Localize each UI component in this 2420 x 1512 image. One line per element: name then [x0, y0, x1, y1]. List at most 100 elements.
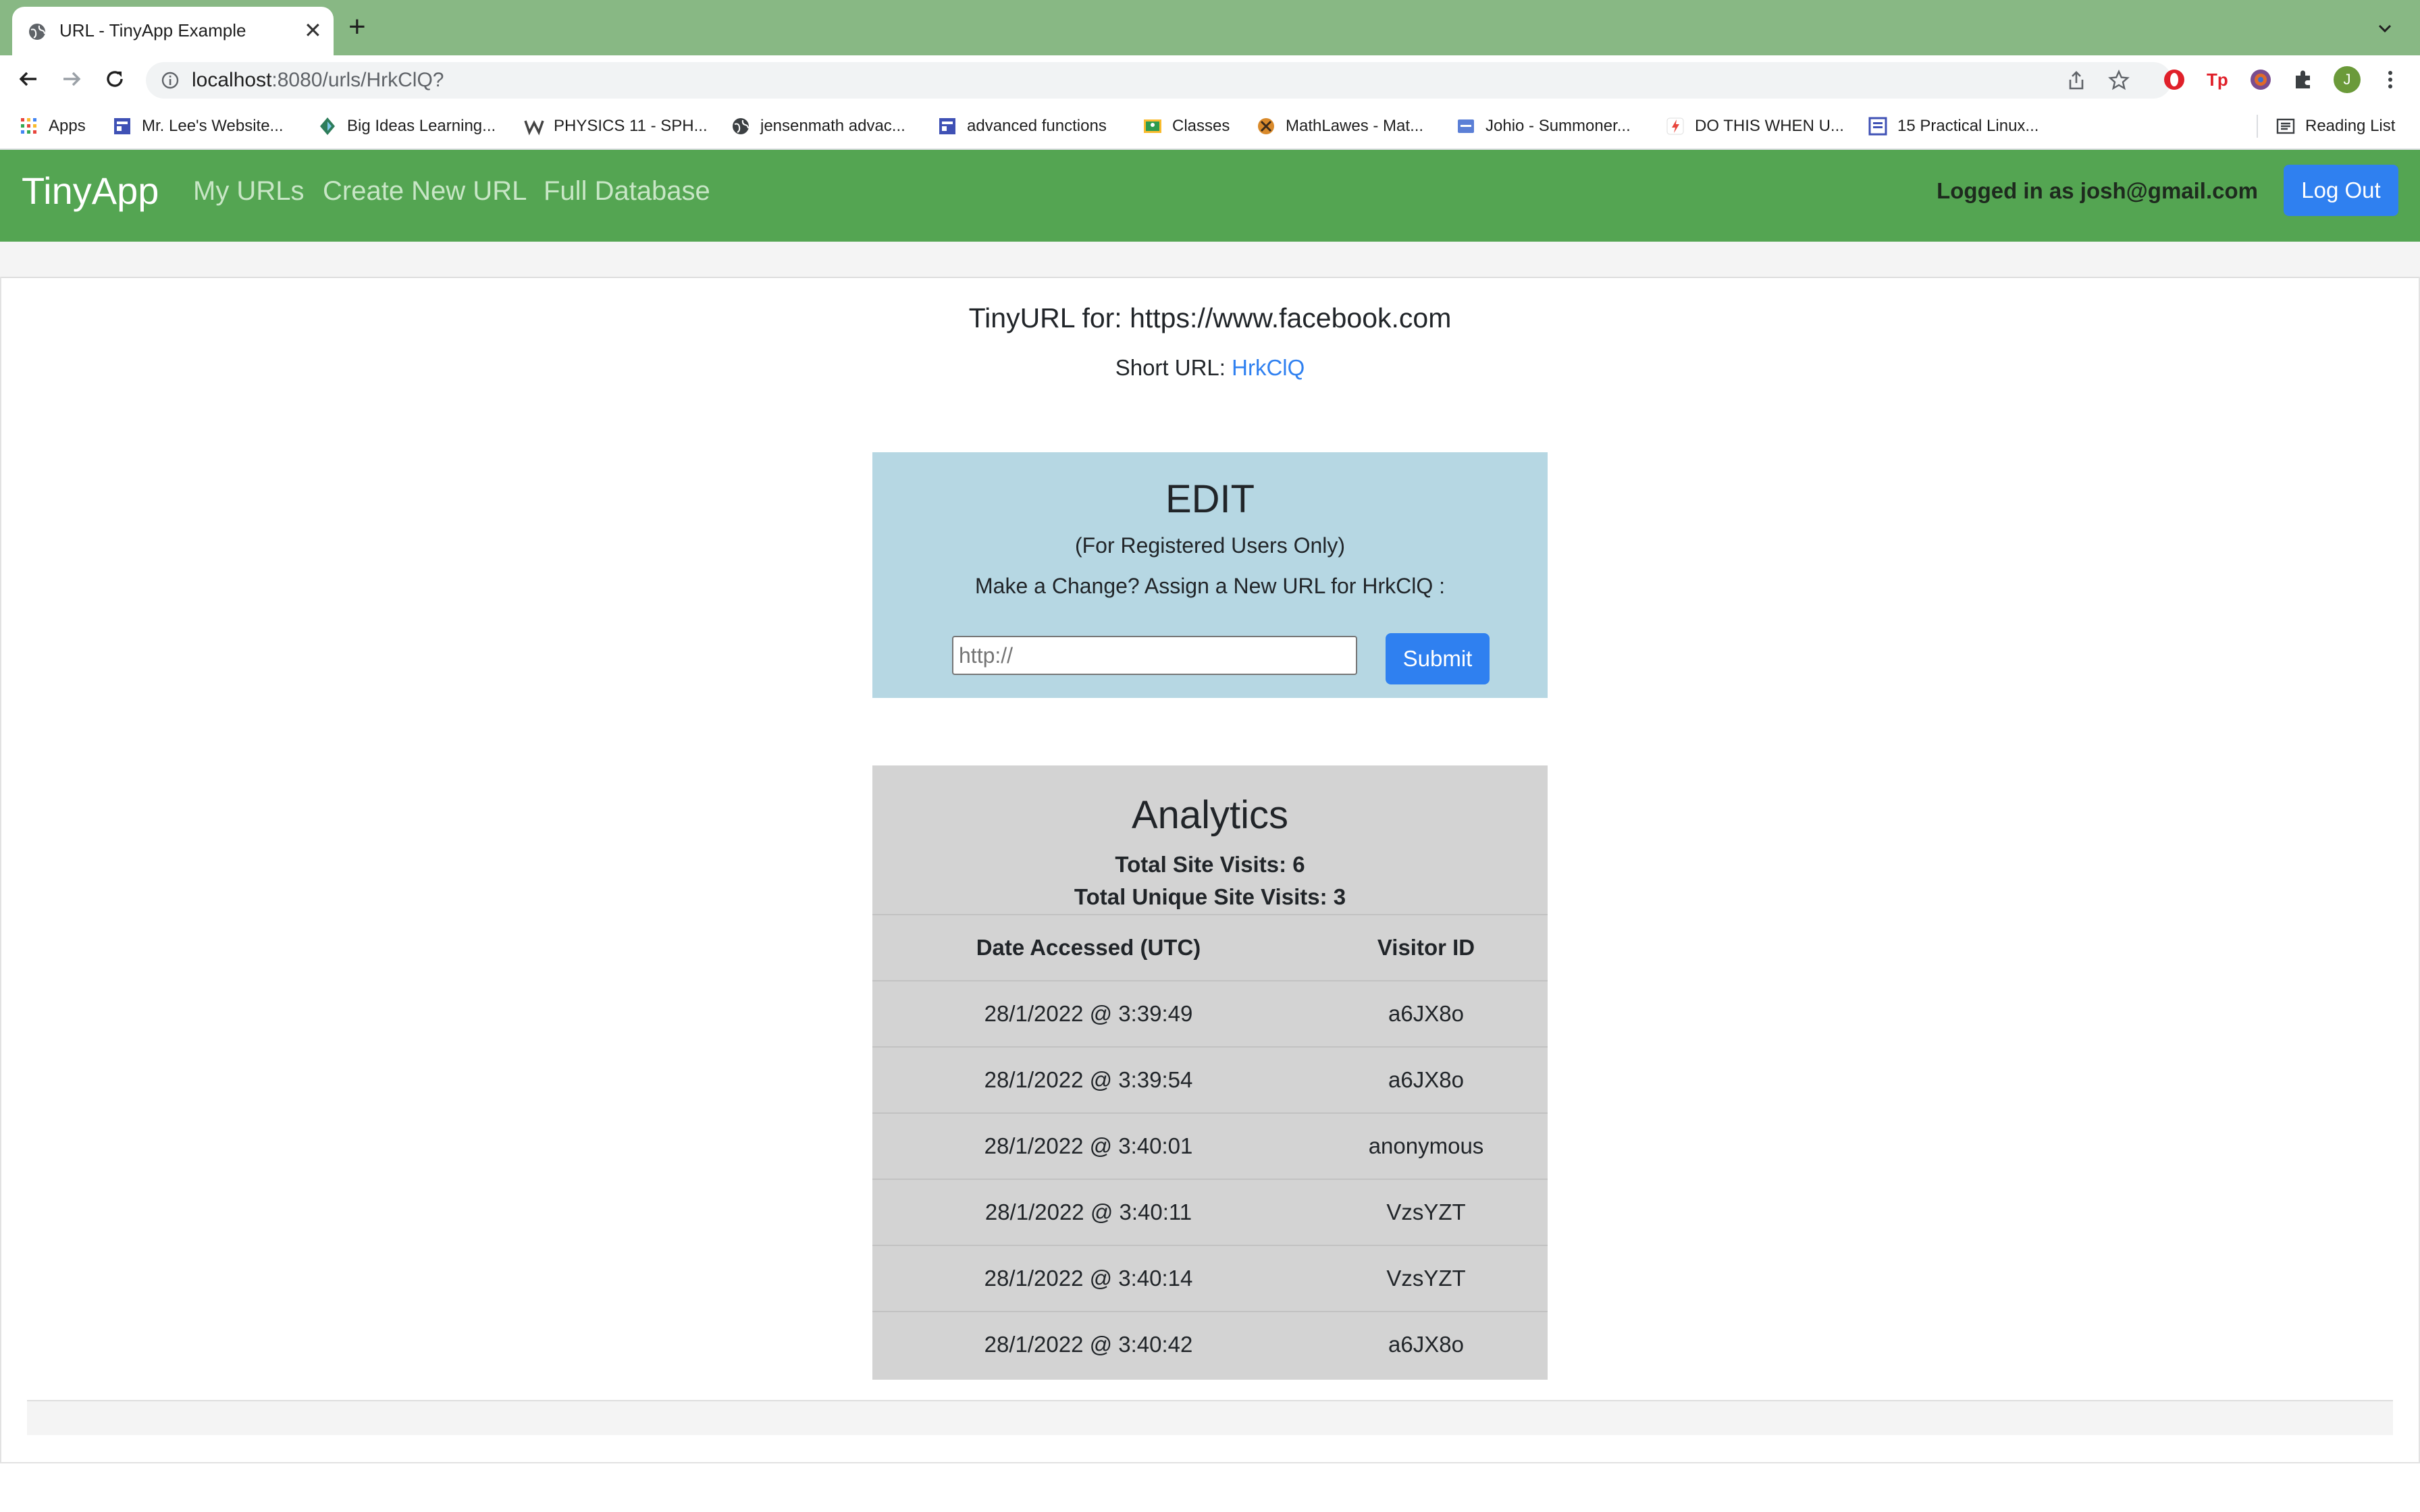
site-icon: [1868, 117, 1887, 136]
bookmark-label: advanced functions: [967, 117, 1107, 135]
table-row: 28/1/2022 @ 3:40:42 a6JX8o: [872, 1311, 1548, 1377]
date-cell: 28/1/2022 @ 3:39:54: [872, 1046, 1305, 1113]
short-url-line: Short URL: HrkClQ: [0, 355, 2420, 381]
bookmark-label: MathLawes - Mat...: [1286, 117, 1424, 135]
tp-extension-icon[interactable]: Tp: [2204, 66, 2231, 93]
bookmark-star-icon[interactable]: [2108, 70, 2130, 91]
classroom-icon: [1144, 119, 1161, 133]
svg-text:Tp: Tp: [2207, 70, 2228, 90]
table-row: 28/1/2022 @ 3:40:11 VzsYZT: [872, 1179, 1548, 1245]
analytics-title: Analytics: [1131, 793, 1289, 837]
date-cell: 28/1/2022 @ 3:39:49: [872, 980, 1305, 1047]
bookmark-mr-lees-website[interactable]: Mr. Lee's Website...: [112, 115, 284, 138]
page-title: TinyURL for: https://www.facebook.com: [968, 302, 1452, 333]
bookmark-label: 15 Practical Linux...: [1897, 117, 2039, 135]
reading-list[interactable]: Reading List: [2276, 115, 2395, 138]
mathlawes-icon: [1258, 118, 1274, 134]
submit-button[interactable]: Submit: [1386, 633, 1490, 684]
close-tab-icon[interactable]: ✕: [304, 18, 322, 43]
bookmarks-divider: [2257, 115, 2258, 138]
bookmark-label: Big Ideas Learning...: [347, 117, 496, 135]
date-cell: 28/1/2022 @ 3:40:42: [872, 1311, 1305, 1377]
url-host: localhost: [192, 69, 272, 91]
url-path: :8080/urls/HrkClQ?: [271, 69, 444, 91]
url-text: localhost:8080/urls/HrkClQ?: [192, 69, 444, 92]
date-cell: 28/1/2022 @ 3:40:14: [872, 1245, 1305, 1312]
address-bar[interactable]: localhost:8080/urls/HrkClQ?: [146, 62, 2172, 99]
big-ideas-icon: [320, 117, 335, 135]
bookmark-johio[interactable]: Johio - Summoner...: [1456, 115, 1631, 138]
date-cell: 28/1/2022 @ 3:40:01: [872, 1112, 1305, 1179]
site-icon: [939, 118, 955, 134]
new-url-input[interactable]: [952, 636, 1357, 675]
puzzle-extensions-icon[interactable]: [2290, 66, 2317, 93]
bookmark-label: Classes: [1172, 117, 1230, 135]
logout-button[interactable]: Log Out: [2284, 165, 2398, 216]
short-url-label: Short URL:: [1115, 355, 1226, 380]
short-url-link[interactable]: HrkClQ: [1232, 355, 1305, 380]
table-row: 28/1/2022 @ 3:40:14 VzsYZT: [872, 1245, 1548, 1312]
profile-avatar[interactable]: J: [2334, 66, 2361, 93]
footer-band: [27, 1400, 2393, 1435]
edit-prompt: Make a Change? Assign a New URL for HrkC…: [975, 574, 1445, 598]
visitor-cell: VzsYZT: [1305, 1245, 1548, 1312]
bookmark-label: Johio - Summoner...: [1485, 117, 1631, 135]
visitor-cell: a6JX8o: [1305, 980, 1548, 1047]
bookmark-classes[interactable]: Classes: [1142, 115, 1230, 138]
bookmark-jensenmath[interactable]: jensenmath advac...: [731, 115, 905, 138]
reading-list-icon: [2276, 118, 2295, 134]
analytics-panel: Analytics Total Site Visits: 6 Total Uni…: [872, 765, 1548, 1380]
bookmark-label: Mr. Lee's Website...: [142, 117, 284, 135]
edit-title: EDIT: [1165, 477, 1255, 521]
column-header-visitor: Visitor ID: [1305, 914, 1548, 981]
johio-icon: [1458, 119, 1474, 133]
bookmark-label: DO THIS WHEN U...: [1695, 117, 1844, 135]
visitor-cell: a6JX8o: [1305, 1046, 1548, 1113]
shield-extension-icon[interactable]: [2247, 66, 2274, 93]
weebly-icon: [524, 120, 544, 136]
bookmark-do-this[interactable]: DO THIS WHEN U...: [1665, 115, 1844, 138]
more-menu-icon[interactable]: [2377, 66, 2404, 93]
info-icon[interactable]: [161, 71, 180, 90]
bookmark-big-ideas[interactable]: Big Ideas Learning...: [317, 115, 496, 138]
visitor-cell: anonymous: [1305, 1112, 1548, 1179]
bookmark-apps[interactable]: Apps: [19, 115, 86, 138]
tab-title: URL - TinyApp Example: [59, 20, 246, 40]
bookmark-physics-11[interactable]: PHYSICS 11 - SPH...: [524, 115, 708, 138]
bolt-icon: [1666, 117, 1684, 135]
browser-tab[interactable]: URL - TinyApp Example ✕: [12, 7, 334, 57]
globe-icon: [733, 118, 749, 134]
unique-visits: Total Unique Site Visits: 3: [1074, 884, 1346, 909]
chevron-down-icon[interactable]: [2375, 19, 2394, 38]
table-row: 28/1/2022 @ 3:40:01 anonymous: [872, 1112, 1548, 1179]
bookmark-mathlawes[interactable]: MathLawes - Mat...: [1256, 115, 1423, 138]
visits-table: Date Accessed (UTC) Visitor ID 28/1/2022…: [872, 914, 1548, 1377]
nav-link-my-urls[interactable]: My URLs: [193, 174, 304, 208]
nav-link-create-new-url[interactable]: Create New URL: [323, 174, 527, 208]
nav-link-full-database[interactable]: Full Database: [544, 174, 710, 208]
reading-list-label: Reading List: [2305, 117, 2396, 135]
visitor-cell: VzsYZT: [1305, 1179, 1548, 1245]
share-icon[interactable]: [2066, 70, 2086, 91]
table-header-row: Date Accessed (UTC) Visitor ID: [872, 914, 1548, 981]
logged-in-status: Logged in as josh@gmail.com: [1937, 178, 2258, 203]
reload-icon[interactable]: [101, 65, 128, 92]
edit-subtitle: (For Registered Users Only): [1074, 533, 1346, 558]
bookmark-advanced-functions[interactable]: advanced functions: [937, 115, 1107, 138]
visitor-cell: a6JX8o: [1305, 1311, 1548, 1377]
bookmark-label: PHYSICS 11 - SPH...: [554, 117, 708, 135]
opera-extension-icon[interactable]: [2161, 66, 2188, 93]
table-row: 28/1/2022 @ 3:39:54 a6JX8o: [872, 1046, 1548, 1113]
bookmark-label: jensenmath advac...: [760, 117, 905, 135]
column-header-date: Date Accessed (UTC): [872, 914, 1305, 981]
date-cell: 28/1/2022 @ 3:40:11: [872, 1179, 1305, 1245]
back-arrow-icon[interactable]: [15, 65, 42, 92]
new-tab-icon[interactable]: +: [348, 12, 366, 42]
forward-arrow-icon[interactable]: [58, 65, 85, 92]
total-visits: Total Site Visits: 6: [1115, 852, 1305, 877]
bookmark-linux[interactable]: 15 Practical Linux...: [1868, 115, 2038, 138]
site-icon: [114, 118, 130, 134]
brand-logo[interactable]: TinyApp: [22, 167, 159, 215]
globe-icon: [29, 24, 45, 40]
table-row: 28/1/2022 @ 3:39:49 a6JX8o: [872, 980, 1548, 1047]
